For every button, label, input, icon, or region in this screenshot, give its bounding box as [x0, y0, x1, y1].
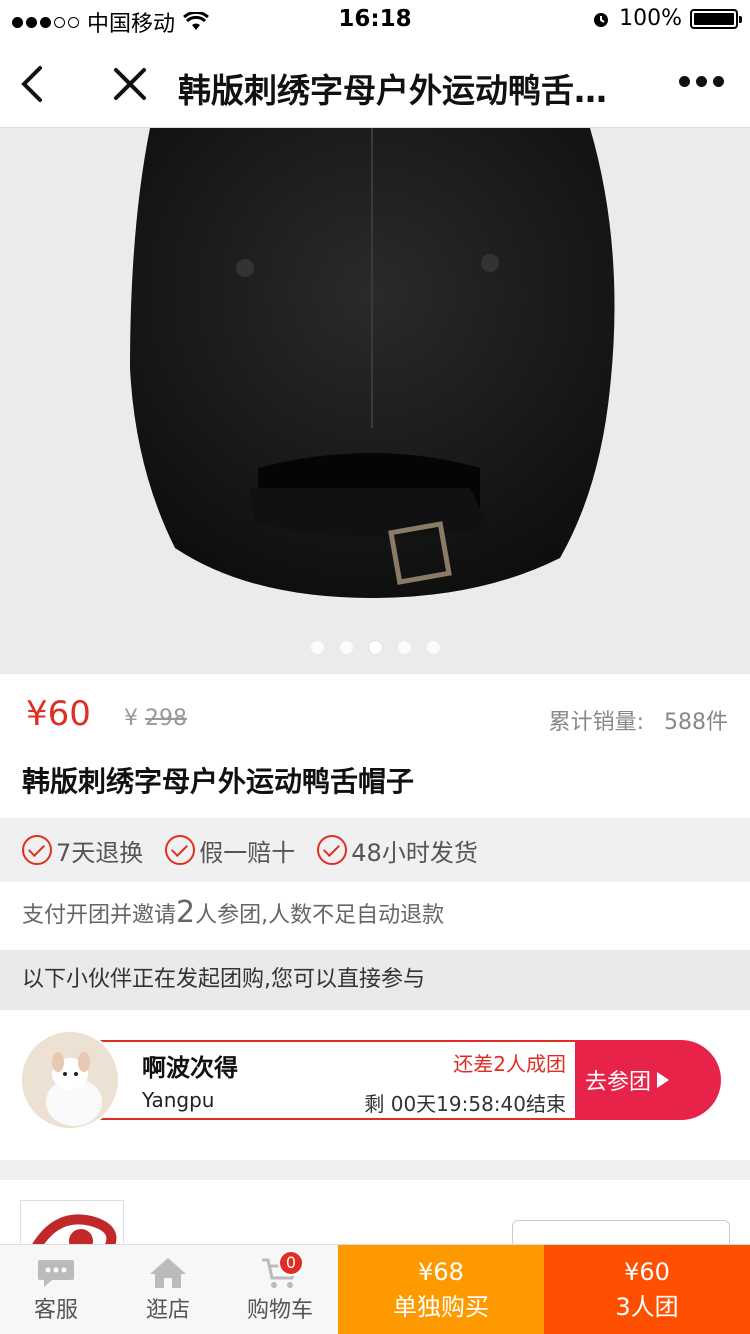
group-price: ¥60: [624, 1258, 670, 1286]
join-group-label: 去参团: [585, 1070, 652, 1095]
solo-price: ¥68: [418, 1258, 464, 1286]
cart-badge: 0: [278, 1249, 304, 1276]
group-leader-name: 啊波次得: [142, 1054, 238, 1082]
carousel-dot[interactable]: [310, 641, 324, 654]
back-icon[interactable]: [16, 64, 52, 104]
status-bar: 中国移动 16:18 100%: [0, 0, 750, 40]
group-time-left: 剩 00天19:58:40结束: [364, 1092, 566, 1116]
group-list: 啊波次得 Yangpu 还差2人成团 剩 00天19:58:40结束 去参团: [0, 1010, 750, 1160]
alarm-icon: [594, 12, 609, 27]
tab-label: 购物车: [246, 1297, 313, 1323]
check-circle-icon: [317, 835, 348, 865]
page-title: 韩版刺绣字母户外运动鸭舌帽子: [178, 71, 638, 110]
group-section-header: 以下小伙伴正在发起团购,您可以直接参与: [0, 950, 750, 1010]
bottom-action-bar: 客服 逛店 0 购物车 ¥68 单独购买 ¥60 3人团: [0, 1244, 750, 1334]
status-right: 100%: [591, 6, 742, 31]
sales-label: 累计销量:: [548, 710, 644, 735]
rule-suffix: 人参团,人数不足自动退款: [195, 903, 445, 928]
avatar: [20, 1030, 120, 1130]
buy-group-button[interactable]: ¥60 3人团: [544, 1245, 750, 1334]
guarantee-label: 7天退换: [56, 838, 144, 867]
original-price: ¥ 298: [124, 706, 187, 731]
guarantee-label: 假一赔十: [199, 838, 296, 867]
carousel-dots: [0, 641, 750, 654]
group-label: 3人团: [615, 1293, 679, 1321]
guarantee-label: 48小时发货: [351, 838, 478, 867]
product-name: 韩版刺绣字母户外运动鸭舌帽子: [22, 765, 415, 798]
join-group-button[interactable]: 去参团: [575, 1040, 721, 1120]
original-price-value: 298: [145, 706, 187, 731]
tab-customer-service[interactable]: 客服: [0, 1245, 112, 1334]
tab-label: 逛店: [145, 1297, 190, 1323]
carousel-dot[interactable]: [339, 641, 353, 654]
group-rule-text: 支付开团并邀请2人参团,人数不足自动退款: [0, 882, 750, 950]
carousel-dot-active[interactable]: [368, 641, 382, 654]
buy-alone-button[interactable]: ¥68 单独购买: [338, 1245, 544, 1334]
solo-label: 单独购买: [393, 1293, 489, 1321]
nav-bar: 韩版刺绣字母户外运动鸭舌帽子: [0, 40, 750, 128]
tab-shop[interactable]: 逛店: [112, 1245, 224, 1334]
close-icon[interactable]: [110, 64, 150, 104]
sales-value: 588件: [664, 710, 728, 735]
price-section: ¥60 ¥ 298 累计销量: 588件 韩版刺绣字母户外运动鸭舌帽子: [0, 674, 750, 818]
group-leader-location: Yangpu: [142, 1088, 215, 1112]
sale-price: ¥60: [26, 694, 91, 734]
battery-icon: [690, 8, 742, 29]
product-image[interactable]: [0, 128, 750, 674]
check-circle-icon: [165, 835, 196, 865]
cart-icon-wrapper: 0: [260, 1249, 304, 1290]
sales-count: 累计销量: 588件: [549, 704, 728, 736]
carousel-dot[interactable]: [397, 641, 411, 654]
carousel-dot[interactable]: [426, 641, 440, 654]
black-baseball-cap-photo: [0, 128, 750, 674]
rule-prefix: 支付开团并邀请: [22, 903, 177, 928]
guarantee-list: 7天退换 假一赔十 48小时发货: [0, 818, 750, 882]
tab-cart[interactable]: 0 购物车: [224, 1245, 336, 1334]
guarantee-item: 7天退换: [22, 833, 143, 868]
original-price-currency: ¥: [124, 706, 138, 731]
chat-icon: [38, 1259, 74, 1287]
play-arrow-icon: [657, 1072, 670, 1088]
home-icon: [150, 1257, 186, 1288]
guarantee-item: 假一赔十: [165, 833, 295, 868]
tab-label: 客服: [33, 1297, 78, 1323]
check-circle-icon: [22, 835, 52, 865]
rule-count: 2: [176, 895, 196, 930]
more-icon[interactable]: [679, 76, 724, 87]
group-card[interactable]: 啊波次得 Yangpu 还差2人成团 剩 00天19:58:40结束: [96, 1040, 576, 1120]
group-need-count: 还差2人成团: [453, 1052, 566, 1076]
battery-percent: 100%: [619, 6, 682, 31]
guarantee-item: 48小时发货: [317, 833, 478, 868]
